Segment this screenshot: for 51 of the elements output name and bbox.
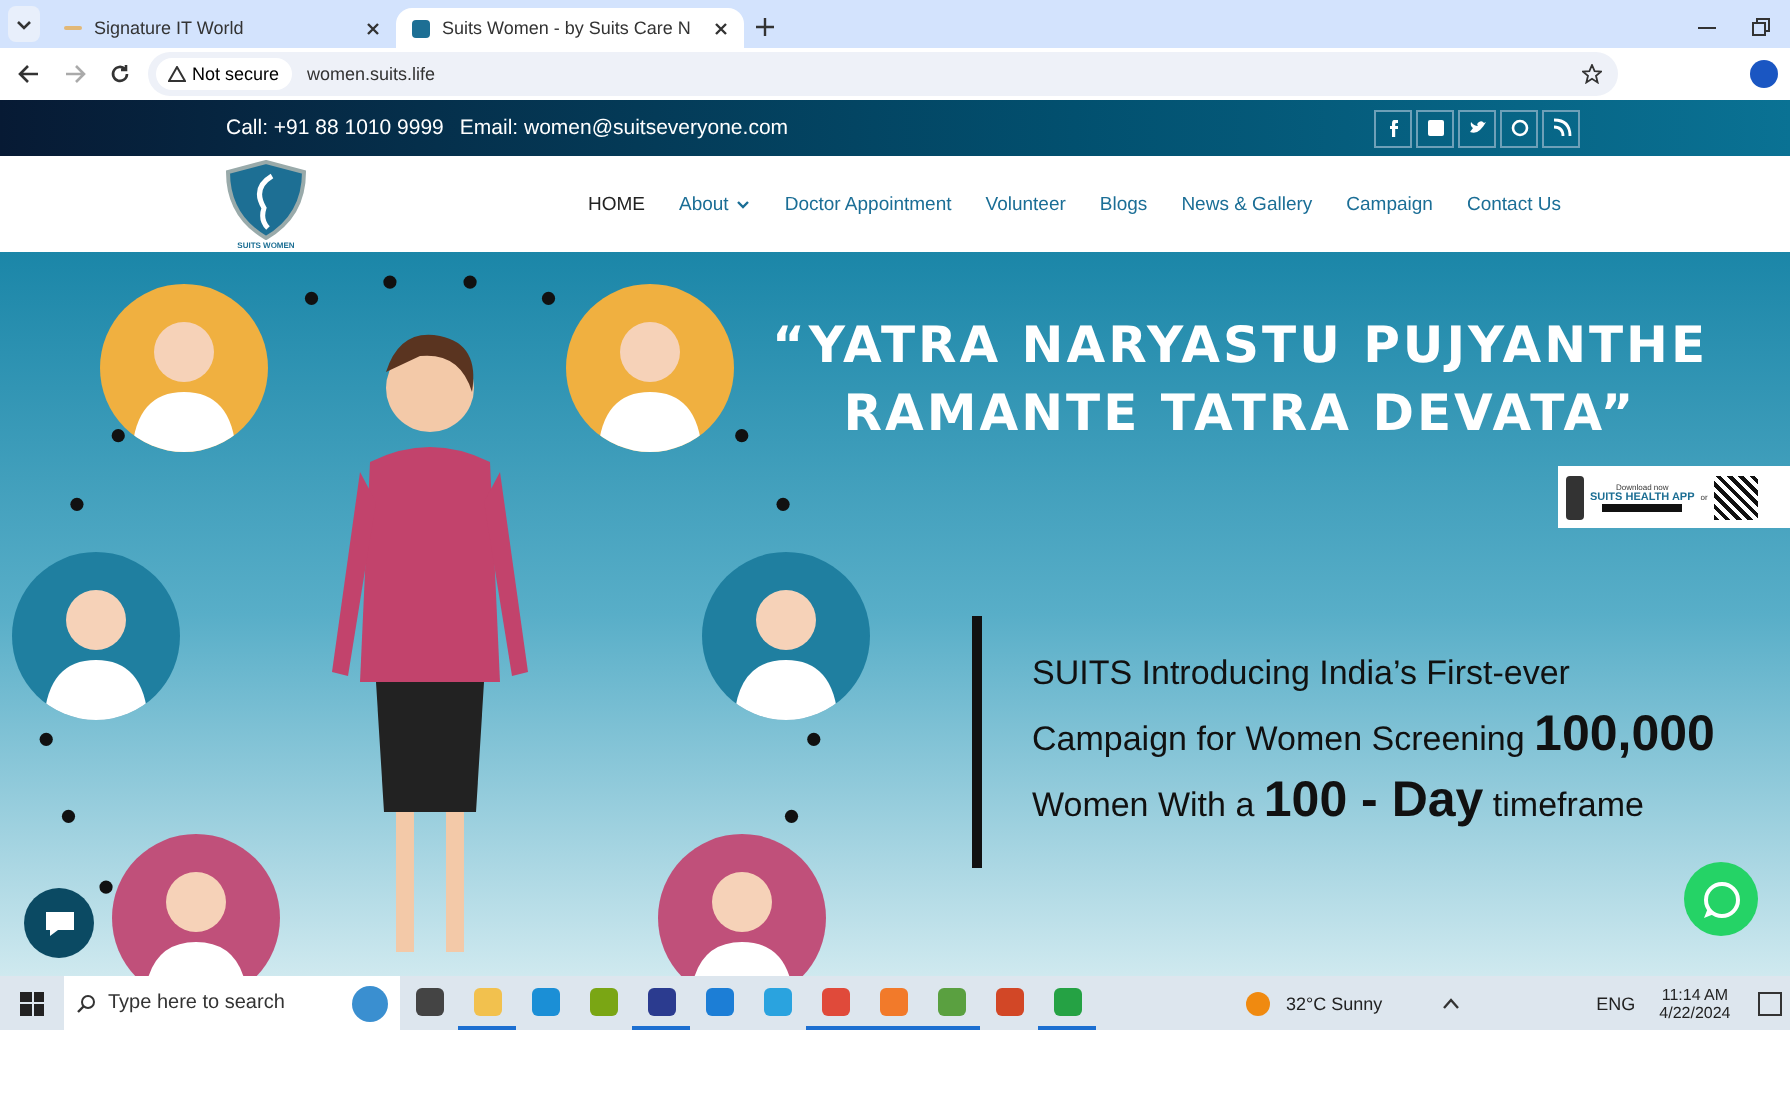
nav-link[interactable]: Volunteer	[985, 193, 1066, 215]
taskbar-search-field[interactable]: Type here to search	[108, 992, 328, 1014]
rss-icon[interactable]	[1542, 109, 1580, 147]
windows-start-icon[interactable]	[20, 991, 44, 1015]
nav-link[interactable]: Campaign	[1346, 193, 1433, 215]
browser-tab[interactable]: Signature IT World	[48, 8, 396, 48]
new-tab-icon[interactable]	[756, 18, 774, 36]
sun-icon	[1246, 991, 1270, 1015]
search-icon[interactable]	[76, 993, 96, 1013]
phone-icon	[1566, 475, 1584, 519]
notification-icon[interactable]	[1758, 991, 1783, 1015]
caret-icon	[16, 19, 32, 29]
tray-caret-icon[interactable]	[1442, 997, 1461, 1009]
security-chip[interactable]: Not secure	[156, 58, 292, 90]
clock-date[interactable]: 4/22/2024	[1659, 1003, 1731, 1021]
browser-tab[interactable]: Suits Women - by Suits Care N	[396, 8, 744, 48]
reload-icon[interactable]	[110, 64, 130, 84]
language-text[interactable]: ENG	[1596, 993, 1636, 1013]
twitter-icon[interactable]	[1458, 109, 1496, 147]
email-text: Email: women@suitseveryone.com	[459, 116, 789, 140]
nav-link[interactable]: Contact Us	[1466, 193, 1561, 215]
profile-icon[interactable]	[1750, 60, 1778, 88]
phone-text: Call: +91 88 1010 9999	[226, 116, 444, 140]
chat-bubble-icon[interactable]	[24, 888, 94, 958]
address-bar[interactable]: Not secure women.suits.life	[148, 52, 1618, 96]
nav-link[interactable]: HOME	[588, 193, 645, 215]
warning-icon	[168, 66, 186, 82]
minimize-icon[interactable]	[1698, 26, 1716, 30]
facebook-icon[interactable]	[1374, 109, 1412, 147]
security-text: Not secure	[192, 64, 280, 84]
campaign-text: Campaign for Women Screening 100,000	[1032, 704, 1715, 766]
nav-link[interactable]: News & Gallery	[1181, 193, 1313, 215]
weather-text: 32°C Sunny	[1286, 993, 1383, 1013]
nav-link[interactable]: Doctor Appointment	[784, 193, 952, 215]
close-icon[interactable]	[714, 21, 728, 35]
close-icon[interactable]	[366, 21, 380, 35]
quote-text: RAMANTE TATRA DEVATA”	[843, 382, 1637, 446]
back-icon[interactable]	[18, 64, 40, 84]
url-text: women.suits.life	[307, 64, 436, 84]
tab-list-button[interactable]	[8, 6, 40, 42]
campaign-text: Women With a 100 - Day timeframe	[1032, 770, 1646, 832]
restore-icon[interactable]	[1752, 18, 1770, 36]
shield-logo-icon	[224, 159, 308, 239]
globe-icon	[352, 985, 388, 1021]
nav-link[interactable]: About	[679, 193, 751, 215]
favicon-icon	[412, 19, 430, 37]
nav-link[interactable]: Blogs	[1099, 193, 1148, 215]
clock-time[interactable]: 11:14 AM	[1661, 985, 1729, 1003]
star-icon[interactable]	[1582, 64, 1602, 84]
quote-text: “YATRA NARYASTU PUJYANTHE	[771, 314, 1709, 378]
campaign-text: SUITS Introducing India’s First-ever	[1032, 652, 1572, 696]
